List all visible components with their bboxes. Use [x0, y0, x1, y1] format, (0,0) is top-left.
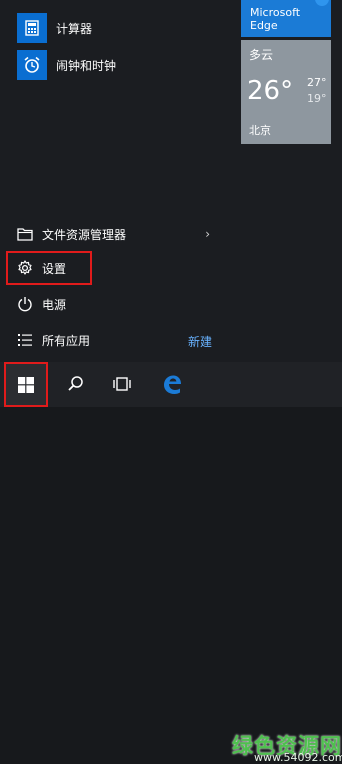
edge-tile-label: Microsoft Edge — [250, 6, 301, 32]
weather-high: 27° — [307, 76, 327, 89]
tile-microsoft-edge[interactable]: Microsoft Edge — [241, 0, 331, 37]
edge-taskbar-button[interactable] — [158, 370, 186, 398]
menu-item-power[interactable]: 电源 — [0, 289, 230, 319]
app-item-alarms-clock[interactable]: 闹钟和时钟 — [0, 49, 116, 81]
windows-start-icon — [18, 376, 34, 393]
new-button[interactable]: 新建 — [188, 333, 212, 350]
watermark-url: www.54092.com — [254, 751, 342, 764]
taskbar: 绿色资源网 www.54092.com — [0, 362, 342, 764]
weather-condition: 多云 — [249, 48, 274, 62]
calculator-icon — [17, 13, 47, 43]
chevron-right-icon: › — [205, 227, 210, 241]
weather-low: 19° — [307, 92, 327, 105]
tile-weather[interactable]: 多云 26° 27° 19° 北京 — [241, 40, 331, 144]
power-icon — [17, 296, 33, 312]
all-apps-label: 所有应用 — [42, 333, 91, 348]
weather-city: 北京 — [249, 124, 271, 137]
menu-item-file-explorer[interactable]: 文件资源管理器 › — [0, 219, 230, 249]
task-view-icon — [113, 377, 131, 391]
settings-highlight-box — [6, 251, 92, 285]
edge-browser-icon — [164, 375, 181, 394]
app-item-calculator[interactable]: 计算器 — [0, 12, 92, 44]
power-label: 电源 — [42, 297, 67, 312]
start-menu: 计算器 闹钟和时钟 Microsoft Edge 多云 26° 27° 19° … — [0, 0, 342, 362]
weather-temperature: 26° — [247, 76, 294, 106]
start-button[interactable] — [4, 362, 48, 407]
file-explorer-label: 文件资源管理器 — [42, 227, 127, 242]
list-icon — [17, 332, 33, 348]
search-icon — [68, 376, 83, 391]
folder-icon — [17, 226, 33, 242]
search-button[interactable] — [62, 370, 90, 398]
app-label-calculator: 计算器 — [56, 21, 93, 36]
alarm-clock-icon — [17, 50, 47, 80]
task-view-button[interactable] — [108, 370, 136, 398]
app-label-alarms-clock: 闹钟和时钟 — [56, 58, 117, 73]
